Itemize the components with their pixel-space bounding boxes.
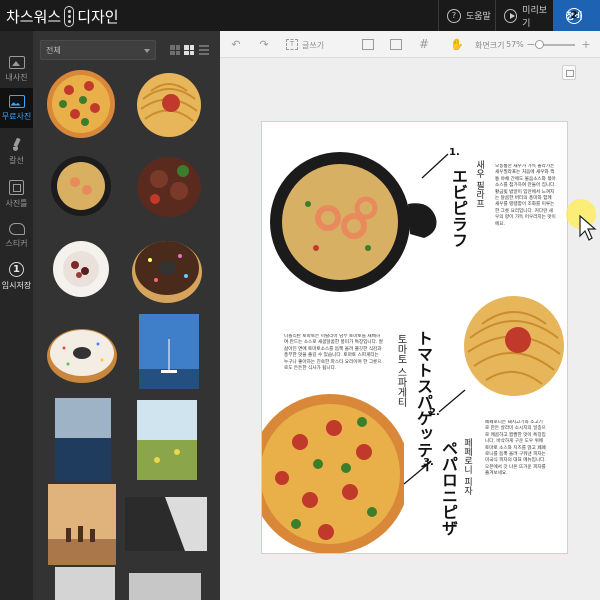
help-button[interactable]: ? 도움말 [438,0,493,31]
temp-save-icon: 1 [9,261,24,277]
thumbnail-sunset-statues[interactable] [48,484,116,565]
pointer-line [438,389,466,413]
rail-item-cutline[interactable]: 칼선 [0,132,33,172]
rail-item-label: 사진틀 [5,198,28,208]
thumbnail-pizza[interactable] [45,68,117,140]
zoom-in-icon[interactable]: + [580,39,592,50]
pizza-image[interactable] [261,382,404,554]
page-settings-icon[interactable] [562,65,576,80]
undo-icon[interactable]: ↶ [230,39,242,50]
grid-view-icon[interactable] [184,45,194,55]
brush-icon [10,138,24,152]
tool-rail: 내사진 무료사진 칼선 사진틀 스티커 1 임시저장 [0,31,33,600]
image-icon [8,55,25,69]
section-title-kr[interactable]: 새우 필라프 [474,160,484,208]
grid-icon[interactable]: # [418,38,430,50]
help-label: 도움말 [466,12,491,22]
thumbnail-partial[interactable] [129,573,201,600]
rail-item-sticker[interactable]: 스티커 [0,216,33,256]
pointer-line [403,463,429,485]
save-button[interactable]: 2 정비 [553,0,600,31]
rail-item-temp-save[interactable]: 1 임시저장 [0,256,33,296]
rail-item-my-photos[interactable]: 내사진 [0,49,33,89]
rail-item-label: 내사진 [5,72,28,82]
category-select[interactable]: 전체 [40,40,156,60]
rail-item-free-photos[interactable]: 무료사진 [0,88,33,128]
thumbnail-partial[interactable] [55,567,115,600]
thumbnail-meadow[interactable] [137,400,197,480]
category-select-value: 전체 [46,45,61,55]
app-logo[interactable]: 차스워스 디자인 [6,5,119,27]
resize-icon[interactable] [390,39,402,50]
align-icon[interactable] [362,39,374,50]
photos-icon [8,94,25,108]
top-bar: 차스워스 디자인 ? 도움말 미리보기 2 정비 [0,0,600,31]
save-count-badge: 2 [566,7,582,24]
pointer-line [421,153,449,179]
thumbnail-chocolate-donut[interactable] [130,236,205,304]
section-body[interactable]: 페페로니는 돼지고기와 소고기로 만든 살라미 소시지의 일종으로 매콤하고 짭… [485,420,547,530]
section-body[interactable]: 오동통한 새우가 가득 올라가는 새우필라프는 처음에 새우와 쩍통 야채 간에… [495,164,557,274]
rail-item-label: 무료사진 [1,111,32,121]
thumbnail-dessert-plate[interactable] [51,239,111,303]
rail-item-label: 임시저장 [1,280,32,290]
redo-icon[interactable]: ↷ [258,39,270,50]
thumbnail-window-shadow[interactable] [125,497,207,551]
thumbnail-glazed-donut[interactable] [46,326,118,384]
zoom-slider-handle[interactable] [535,40,544,49]
logo-mark-icon [64,5,75,27]
rail-item-label: 스티커 [5,239,28,248]
thumbnail-seascape[interactable] [55,398,111,482]
asset-panel: 전체 [33,31,220,600]
rail-item-frame[interactable]: 사진틀 [0,174,33,214]
paella-image[interactable] [261,144,442,294]
text-icon[interactable]: T [286,39,298,50]
thumbnail-pasta[interactable] [133,69,205,141]
preview-button[interactable]: 미리보기 [495,0,553,31]
section-title-jp[interactable]: エビピラフ [449,168,468,248]
mouse-cursor-icon [579,214,597,241]
text-tool-label[interactable]: 글쓰기 [302,40,324,51]
grid-small-view-icon[interactable] [170,45,180,55]
section-title-jp[interactable]: ペパロニピザ [439,440,458,536]
thumbnail-paella-pan[interactable] [45,154,117,219]
chevron-down-icon [144,49,150,53]
preview-label: 미리보기 [522,5,548,29]
help-icon: ? [447,8,461,23]
sticker-icon [8,223,25,235]
thumbnail-sailboat[interactable] [139,314,199,389]
app-name: 차스워스 [6,7,62,26]
hand-icon[interactable]: ✋ [450,39,464,50]
section-title-jp[interactable]: トマトスパゲッティ [414,330,433,474]
app-name-suffix: 디자인 [77,7,119,26]
thumbnail-grilled-meat[interactable] [133,149,205,223]
zoom-value: 57% [506,40,524,49]
rail-item-label: 칼선 [9,156,24,165]
design-page[interactable]: 1. エビピラフ 새우 필라프 오동통한 새우가 가득 올라가는 새우필라프는 … [261,121,568,554]
play-icon [504,8,518,23]
spaghetti-image[interactable] [456,294,568,398]
frame-icon [9,179,24,195]
section-title-kr[interactable]: 페페로니 피자 [462,438,472,495]
list-view-icon[interactable] [199,45,209,55]
zoom-label: 화면크기 [475,41,505,50]
